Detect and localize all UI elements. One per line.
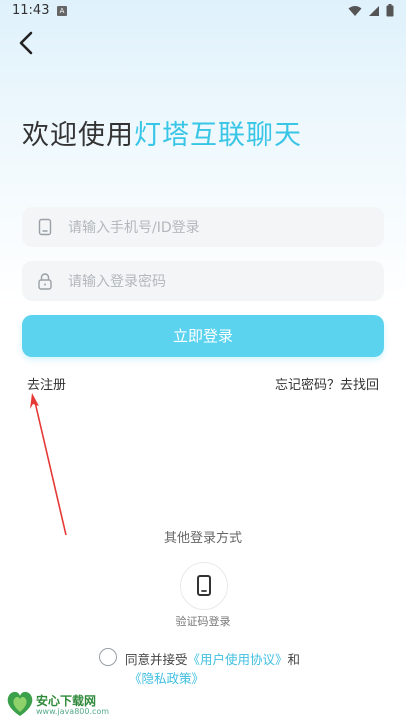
signal-icon <box>369 5 379 16</box>
privacy-policy-link[interactable]: 《隐私政策》 <box>129 671 204 686</box>
register-link[interactable]: 去注册 <box>27 374 66 393</box>
chevron-left-icon <box>19 31 33 55</box>
forgot-password-link[interactable]: 忘记密码？去找回 <box>275 374 379 393</box>
phone-icon <box>38 218 52 236</box>
agreement-and: 和 <box>287 652 301 667</box>
user-agreement-link[interactable]: 《用户使用协议》 <box>188 652 288 667</box>
agreement-checkbox[interactable] <box>99 648 117 666</box>
wifi-icon <box>348 5 362 16</box>
notification-icon: A <box>57 6 67 16</box>
agreement-line-2: 《隐私政策》 <box>129 668 204 687</box>
status-bar: 11:43 A <box>0 0 406 24</box>
agreement-text: 同意并接受《用户使用协议》和 <box>125 649 300 668</box>
password-field[interactable] <box>22 261 384 303</box>
welcome-title: 欢迎使用灯塔互联聊天 <box>22 113 302 152</box>
agreement-prefix: 同意并接受 <box>125 652 188 667</box>
sms-login-label: 验证码登录 <box>175 615 231 628</box>
back-button[interactable] <box>14 30 40 56</box>
password-input[interactable] <box>66 261 370 303</box>
phone-field[interactable] <box>22 207 384 249</box>
status-time: 11:43 <box>12 3 50 18</box>
status-icons <box>348 4 394 17</box>
app-brand-name: 灯塔互联聊天 <box>134 120 302 151</box>
sms-login-button[interactable] <box>180 562 228 610</box>
welcome-prefix: 欢迎使用 <box>22 120 134 151</box>
phone-icon <box>197 575 211 596</box>
lock-icon <box>38 273 52 290</box>
login-button[interactable]: 立即登录 <box>22 315 384 357</box>
battery-icon <box>386 4 394 17</box>
other-login-title: 其他登录方式 <box>163 531 242 546</box>
phone-input[interactable] <box>66 207 370 249</box>
watermark-url: www.java800.com <box>36 707 110 716</box>
